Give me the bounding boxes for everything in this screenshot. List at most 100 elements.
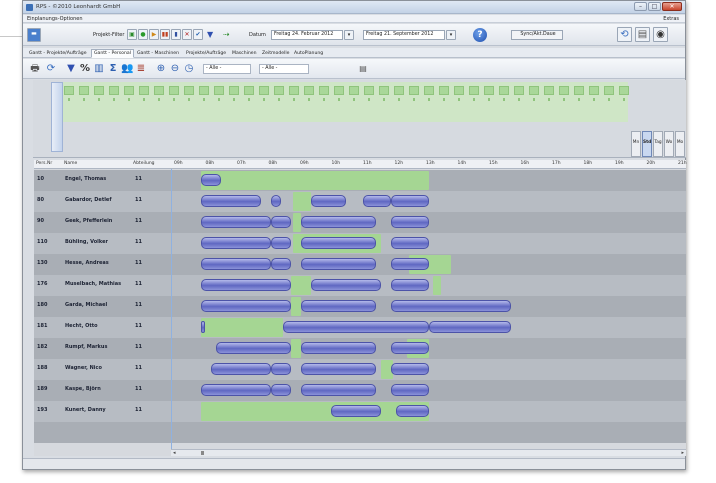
from-date-field[interactable]: Freitag 24. Februar 2012 (271, 30, 343, 40)
gantt-row-area[interactable] (171, 275, 686, 296)
calendar-day-cell[interactable] (529, 86, 539, 95)
exit-icon[interactable]: ◉ (653, 27, 668, 42)
task-bar[interactable] (271, 258, 291, 270)
table-row[interactable]: 181 Hecht, Otto 11 (34, 317, 686, 338)
menu-einplanungs-optionen[interactable]: Einplanungs-Optionen (27, 16, 83, 22)
task-bar[interactable] (391, 300, 511, 312)
calendar-day-cell[interactable] (424, 86, 434, 95)
task-bar[interactable] (301, 363, 376, 375)
task-bar[interactable] (391, 258, 429, 270)
calendar-day-cell[interactable] (289, 86, 299, 95)
calendar-day-cell[interactable] (619, 86, 629, 95)
view-month[interactable]: Mo (675, 131, 685, 157)
task-bar[interactable] (391, 237, 429, 249)
gantt-row-area[interactable] (171, 296, 686, 317)
table-row[interactable]: 176 Muselbach, Mathias 11 (34, 275, 686, 296)
calendar-day-cell[interactable] (214, 86, 224, 95)
calendar-day-cell[interactable] (484, 86, 494, 95)
calendar-day-cell[interactable] (379, 86, 389, 95)
task-bar[interactable] (301, 342, 376, 354)
calendar-day-cell[interactable] (514, 86, 524, 95)
task-bar[interactable] (391, 342, 429, 354)
maximize-button[interactable]: □ (648, 2, 661, 11)
task-bar[interactable] (391, 363, 429, 375)
task-bar[interactable] (396, 405, 429, 417)
table-row[interactable]: 180 Garda, Michael 11 (34, 296, 686, 317)
bars-icon[interactable]: ≣ (135, 62, 147, 75)
task-bar[interactable] (271, 384, 291, 396)
task-bar[interactable] (391, 384, 429, 396)
sync-button[interactable]: Sync/Akt.Daue (511, 30, 563, 40)
calendar-day-cell[interactable] (319, 86, 329, 95)
calendar-day-cell[interactable] (349, 86, 359, 95)
calendar-day-cell[interactable] (169, 86, 179, 95)
calendar-day-cell[interactable] (139, 86, 149, 95)
calendar-day-cell[interactable] (469, 86, 479, 95)
task-bar[interactable] (271, 363, 291, 375)
gantt-row-area[interactable] (171, 359, 686, 380)
header-name[interactable]: Name (64, 161, 77, 166)
task-bar[interactable] (271, 195, 281, 207)
pause-icon[interactable]: ▮▮ (160, 29, 170, 40)
calendar-day-cell[interactable] (589, 86, 599, 95)
view-day[interactable]: Tag (653, 131, 663, 157)
task-bar[interactable] (201, 300, 291, 312)
task-bar[interactable] (201, 216, 271, 228)
calendar-day-cell[interactable] (574, 86, 584, 95)
calendar-day-cell[interactable] (184, 86, 194, 95)
calendar-day-cell[interactable] (199, 86, 209, 95)
sigma-icon[interactable]: Σ (107, 62, 119, 75)
task-bar[interactable] (311, 195, 346, 207)
task-bar[interactable] (391, 216, 429, 228)
view-minute[interactable]: Mn (631, 131, 641, 157)
calendar-day-cell[interactable] (304, 86, 314, 95)
tab-gantt-maschinen[interactable]: Gantt - Maschinen (134, 49, 182, 58)
minimize-button[interactable]: – (634, 2, 647, 11)
filter-ok-icon[interactable]: ▣ (127, 29, 137, 40)
stop-icon[interactable]: ▮ (171, 29, 181, 40)
task-bar[interactable] (211, 363, 271, 375)
tab-maschinen[interactable]: Maschinen (229, 49, 260, 58)
calendar-day-cell[interactable] (499, 86, 509, 95)
percent-icon[interactable]: % (79, 62, 91, 75)
task-bar[interactable] (201, 237, 271, 249)
table-row[interactable]: 110 Bühling, Volker 11 (34, 233, 686, 254)
table-row[interactable]: 80 Gabardor, Detlef 11 (34, 191, 686, 212)
task-bar[interactable] (201, 384, 271, 396)
task-bar[interactable] (201, 195, 261, 207)
gantt-row-area[interactable] (171, 170, 686, 191)
delete-icon[interactable]: ✕ (182, 29, 192, 40)
zoom-out-icon[interactable]: ⊖ (169, 62, 181, 75)
view-hour[interactable]: Std (642, 131, 652, 157)
task-bar[interactable] (391, 279, 429, 291)
refresh-icon[interactable]: ⟳ (45, 62, 57, 75)
task-bar[interactable] (201, 174, 221, 186)
scroll-thumb[interactable] (201, 451, 204, 455)
splitter-line[interactable] (171, 169, 172, 456)
task-bar[interactable] (201, 258, 271, 270)
task-bar[interactable] (301, 216, 376, 228)
gantt-row-area[interactable] (171, 233, 686, 254)
scroll-left-icon[interactable]: ◂ (173, 450, 176, 456)
gantt-row-area[interactable] (171, 317, 686, 338)
check-icon[interactable]: ✔ (193, 29, 203, 40)
to-date-field[interactable]: Freitag 21. September 2012 (363, 30, 445, 40)
tab-gantt-personal[interactable]: Gantt - Personal (91, 49, 134, 58)
table-row[interactable]: 130 Hesse, Andreas 11 (34, 254, 686, 275)
table-row[interactable]: 188 Wagner, Nico 11 (34, 359, 686, 380)
task-bar[interactable] (301, 384, 376, 396)
task-bar[interactable] (271, 237, 291, 249)
task-bar[interactable] (301, 300, 376, 312)
filter-combo-2[interactable]: - Alle - (259, 64, 309, 74)
gantt-row-area[interactable] (171, 212, 686, 233)
calendar-day-cell[interactable] (544, 86, 554, 95)
tab-zeitmodelle[interactable]: Zeitmodelle (259, 49, 292, 58)
scroll-right-icon[interactable]: ▸ (681, 450, 684, 456)
filter-combo-1[interactable]: - Alle - (203, 64, 251, 74)
table-row[interactable]: 90 Geek, Pfefferlein 11 (34, 212, 686, 233)
calendar-day-cell[interactable] (604, 86, 614, 95)
calendar-day-cell[interactable] (454, 86, 464, 95)
funnel-filter-icon[interactable]: ▼ (65, 62, 77, 75)
task-bar[interactable] (301, 258, 376, 270)
gantt-row-area[interactable] (171, 401, 686, 422)
